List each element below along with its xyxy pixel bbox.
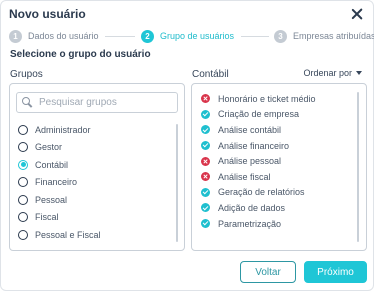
step-number: 3 xyxy=(274,29,287,43)
permissions-label: Contábil xyxy=(192,69,229,80)
permission-label: Adição de dados xyxy=(218,202,286,213)
group-option-label: Financeiro xyxy=(35,177,78,188)
permission-label: Análise financeiro xyxy=(218,140,290,151)
group-option-label: Fiscal xyxy=(35,212,59,223)
permissions-scrollbar[interactable] xyxy=(357,92,359,242)
permissions-panel: Honorário e ticket médio Criação de empr… xyxy=(191,83,367,251)
permission-item: Parametrização xyxy=(201,216,316,232)
radio-button[interactable] xyxy=(18,229,28,240)
step-user-data[interactable]: 1 Dados do usuário xyxy=(9,28,99,44)
groups-scrollbar[interactable] xyxy=(176,124,178,242)
permission-item: Análise pessoal xyxy=(201,153,316,169)
step-label: Grupo de usuários xyxy=(160,31,235,41)
step-number: 2 xyxy=(141,29,154,43)
permission-label: Análise fiscal xyxy=(218,171,271,182)
order-by-dropdown[interactable]: Ordenar por xyxy=(303,68,362,78)
next-button[interactable]: Próximo xyxy=(304,261,367,283)
groups-label: Grupos xyxy=(10,69,43,80)
permission-item: Adição de dados xyxy=(201,200,316,216)
step-assigned-companies[interactable]: 3 Empresas atribuídas xyxy=(274,28,374,44)
dialog-title: Novo usuário xyxy=(9,7,86,21)
groups-list: Administrador Gestor Contábil Financeiro… xyxy=(18,121,101,244)
denied-icon xyxy=(201,94,210,104)
step-user-group[interactable]: 2 Grupo de usuários xyxy=(141,28,234,44)
group-option-label: Pessoal e Fiscal xyxy=(35,229,101,240)
permission-item: Análise contábil xyxy=(201,122,316,138)
new-user-dialog: Novo usuário 1 Dados do usuário 2 Grupo … xyxy=(0,0,374,291)
group-option-label: Gestor xyxy=(35,142,63,153)
permission-item: Análise financeiro xyxy=(201,138,316,154)
search-box xyxy=(16,92,178,113)
permission-item: Geração de relatórios xyxy=(201,185,316,201)
group-option-pessoal[interactable]: Pessoal xyxy=(18,191,101,209)
radio-button-selected[interactable] xyxy=(18,159,28,170)
step-label: Dados do usuário xyxy=(28,31,99,41)
check-icon xyxy=(201,141,210,151)
stepper: 1 Dados do usuário 2 Grupo de usuários 3… xyxy=(9,28,374,44)
check-icon xyxy=(201,109,210,119)
permission-label: Parametrização xyxy=(218,218,282,229)
check-icon xyxy=(201,219,210,229)
group-option-fiscal[interactable]: Fiscal xyxy=(18,209,101,227)
permissions-list: Honorário e ticket médio Criação de empr… xyxy=(201,91,316,231)
caret-down-icon xyxy=(356,71,362,75)
check-icon xyxy=(201,125,210,135)
group-option-administrador[interactable]: Administrador xyxy=(18,121,101,139)
group-option-pessoal-e-fiscal[interactable]: Pessoal e Fiscal xyxy=(18,226,101,244)
radio-button[interactable] xyxy=(18,212,28,223)
permission-item: Criação de empresa xyxy=(201,107,316,123)
search-input[interactable] xyxy=(39,97,177,108)
check-icon xyxy=(201,187,210,197)
group-option-label: Administrador xyxy=(35,124,91,135)
permission-item: Honorário e ticket médio xyxy=(201,91,316,107)
denied-icon xyxy=(201,156,210,166)
search-icon xyxy=(22,97,33,108)
radio-button[interactable] xyxy=(18,194,28,205)
permission-item: Análise fiscal xyxy=(201,169,316,185)
radio-button[interactable] xyxy=(18,142,28,153)
step-connector xyxy=(105,36,135,37)
permission-label: Análise contábil xyxy=(218,124,282,135)
group-option-financeiro[interactable]: Financeiro xyxy=(18,174,101,192)
group-option-contabil[interactable]: Contábil xyxy=(18,156,101,174)
check-icon xyxy=(201,203,210,213)
radio-button[interactable] xyxy=(18,177,28,188)
permission-label: Honorário e ticket médio xyxy=(218,93,316,104)
section-title: Selecione o grupo do usuário xyxy=(10,49,151,60)
group-option-label: Pessoal xyxy=(35,194,68,205)
close-icon[interactable] xyxy=(350,7,364,21)
radio-button[interactable] xyxy=(18,124,28,135)
permission-label: Criação de empresa xyxy=(218,109,300,120)
order-by-label: Ordenar por xyxy=(303,68,352,78)
step-connector xyxy=(241,36,269,37)
permission-label: Análise pessoal xyxy=(218,156,282,167)
step-number: 1 xyxy=(9,29,22,43)
group-option-label: Contábil xyxy=(35,159,69,170)
step-label: Empresas atribuídas xyxy=(293,31,374,41)
back-button[interactable]: Voltar xyxy=(240,261,296,283)
group-option-gestor[interactable]: Gestor xyxy=(18,139,101,157)
permission-label: Geração de relatórios xyxy=(218,187,305,198)
groups-panel: Administrador Gestor Contábil Financeiro… xyxy=(9,83,185,251)
denied-icon xyxy=(201,172,210,182)
